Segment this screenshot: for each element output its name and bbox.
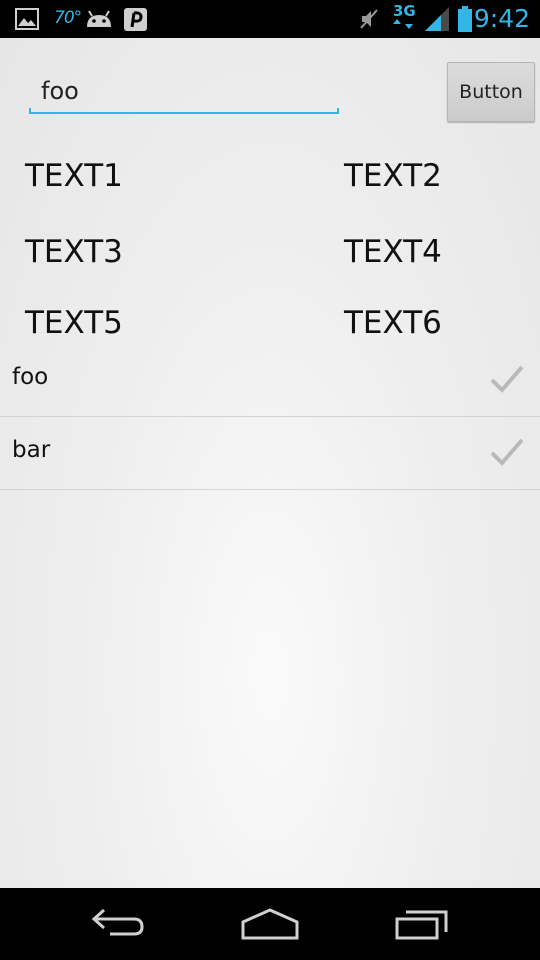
list-item-label: foo xyxy=(12,364,49,390)
text-item-5: TEXT5 xyxy=(25,305,123,341)
text-field[interactable] xyxy=(29,68,339,114)
text-item-2: TEXT2 xyxy=(344,158,442,194)
text-item-3: TEXT3 xyxy=(25,234,123,270)
battery-icon xyxy=(456,6,474,32)
checkmark-icon[interactable] xyxy=(490,364,524,394)
edit-text-input[interactable] xyxy=(41,74,331,108)
clock: 9:42 xyxy=(473,4,530,33)
app-content: Button TEXT1 TEXT2 TEXT3 TEXT4 TEXT5 TEX… xyxy=(0,38,540,888)
network-3g-icon: 3G xyxy=(393,3,417,29)
button[interactable]: Button xyxy=(447,62,535,122)
list-item[interactable]: foo xyxy=(0,344,540,417)
text-item-1: TEXT1 xyxy=(25,158,123,194)
edit-text-underline xyxy=(29,108,339,114)
back-icon[interactable] xyxy=(90,906,150,942)
gallery-icon xyxy=(14,6,40,32)
mute-icon xyxy=(358,6,380,32)
list-item[interactable]: bar xyxy=(0,417,540,490)
weather-icon: 70° xyxy=(54,8,82,28)
text-item-6: TEXT6 xyxy=(344,305,442,341)
checked-list: foo bar xyxy=(0,344,540,490)
pinterest-icon xyxy=(122,6,148,32)
android-icon xyxy=(85,6,113,32)
checkmark-icon[interactable] xyxy=(490,437,524,467)
text-item-4: TEXT4 xyxy=(344,234,442,270)
navigation-bar xyxy=(0,888,540,960)
status-bar: 70° 3G 9:42 xyxy=(0,0,540,38)
recent-apps-icon[interactable] xyxy=(392,906,452,942)
signal-icon xyxy=(424,6,450,32)
list-item-label: bar xyxy=(12,437,51,463)
home-icon[interactable] xyxy=(240,906,300,942)
